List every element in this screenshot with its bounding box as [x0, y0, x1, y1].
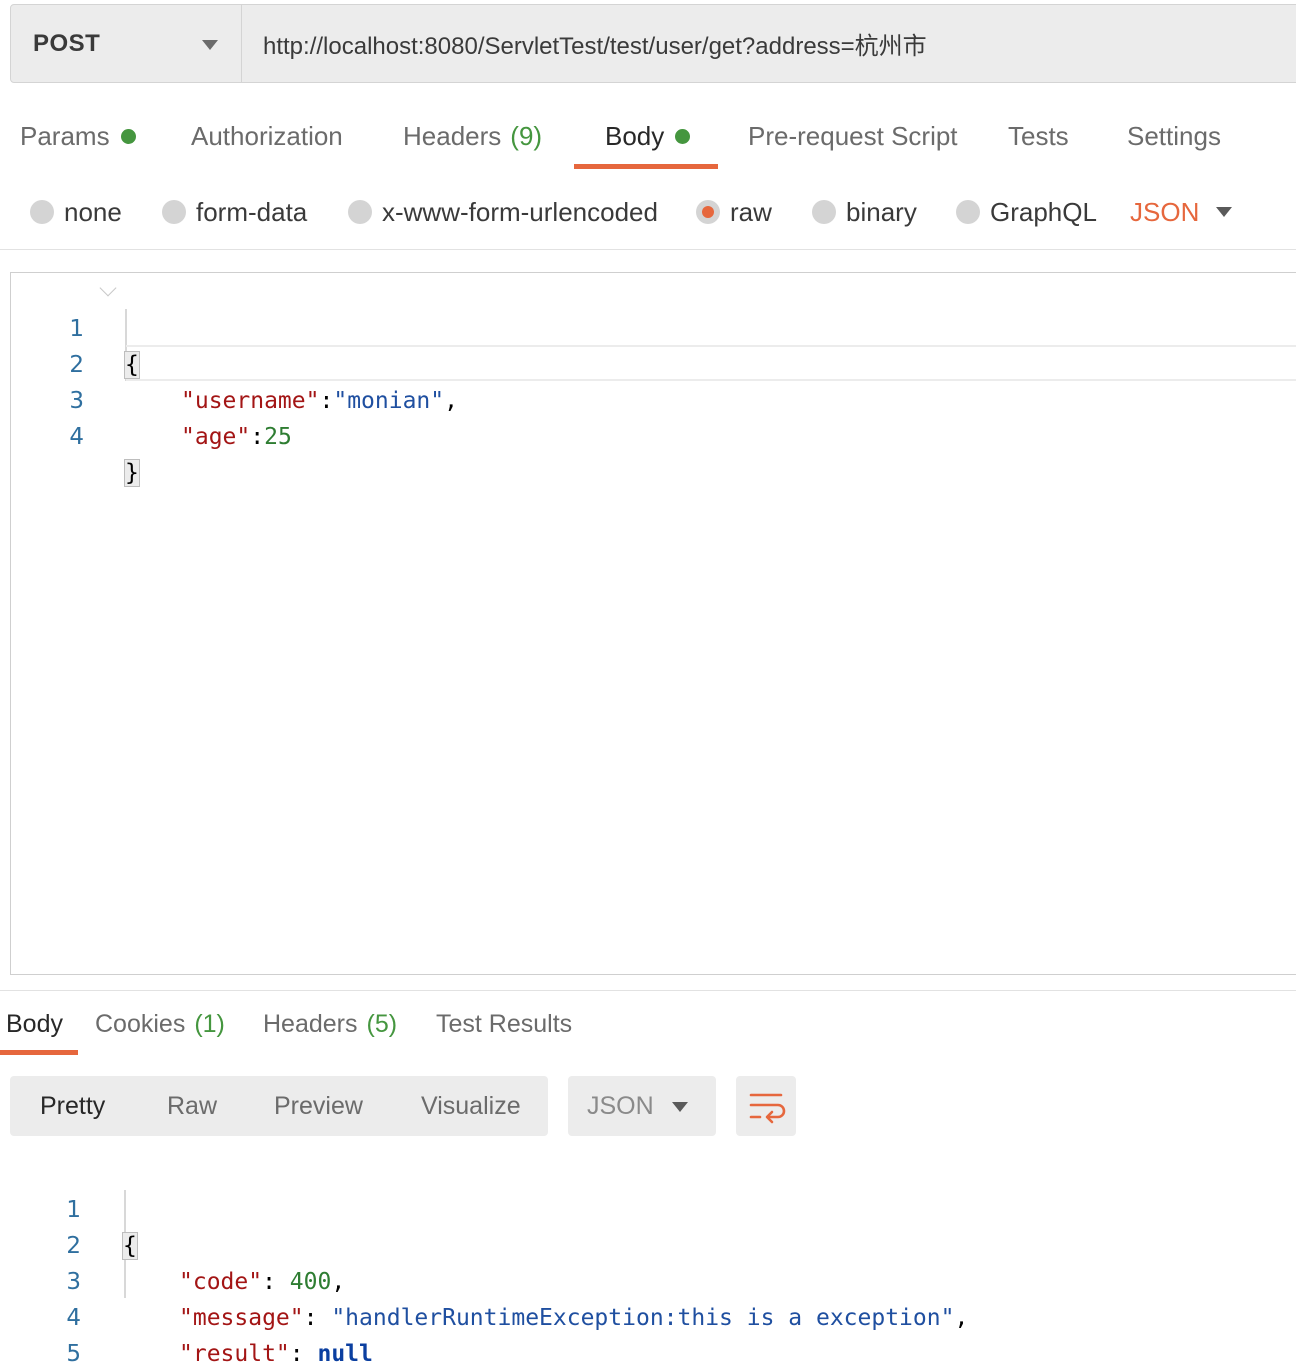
chevron-down-icon — [672, 1102, 688, 1112]
radio-icon — [348, 200, 372, 224]
code-line: 3 "message": "handlerRuntimeException:th… — [0, 1228, 1296, 1331]
body-language-select[interactable]: JSON — [1130, 180, 1232, 244]
request-url-bar: POST http://localhost:8080/ServletTest/t… — [10, 4, 1296, 83]
chevron-down-icon — [202, 40, 218, 50]
method-label: POST — [33, 29, 101, 57]
request-body-editor[interactable]: 1 { 2 "username":"monian", 3 "age":25 4 … — [10, 272, 1296, 975]
radio-label: form-data — [196, 196, 308, 227]
view-visualize-button[interactable]: Visualize — [421, 1076, 521, 1136]
tab-count: (1) — [194, 1009, 225, 1038]
tab-params[interactable]: Params — [20, 100, 136, 172]
json-colon: : — [250, 424, 265, 450]
url-input[interactable]: http://localhost:8080/ServletTest/test/u… — [242, 5, 1296, 82]
radio-icon — [30, 200, 54, 224]
active-tab-indicator — [574, 164, 718, 169]
divider — [0, 249, 1296, 250]
view-pretty-button[interactable]: Pretty — [40, 1076, 105, 1136]
tab-body[interactable]: Body — [605, 100, 691, 172]
tab-label: Cookies — [95, 1009, 186, 1038]
json-key: "age" — [181, 424, 251, 450]
response-tabs: Body Cookies (1) Headers (5) Test Result… — [0, 992, 1296, 1056]
code-line: 3 "age":25 — [11, 347, 1296, 450]
active-dot-icon — [675, 128, 691, 144]
radio-label: x-www-form-urlencoded — [382, 196, 658, 227]
radio-label: raw — [730, 196, 772, 227]
response-body-viewer: 1 { 2 "code": 400, 3 "message": "handler… — [0, 1154, 1296, 1368]
code-line: 4 } — [11, 383, 1296, 487]
view-raw-button[interactable]: Raw — [167, 1076, 217, 1136]
method-select[interactable]: POST — [11, 5, 242, 82]
code-line: 1 { — [11, 275, 1296, 379]
radio-label: binary — [846, 196, 917, 227]
wrap-lines-icon — [749, 1093, 786, 1124]
radio-icon — [956, 200, 980, 224]
radio-graphql[interactable]: GraphQL — [956, 180, 1097, 244]
tab-authorization[interactable]: Authorization — [191, 100, 343, 172]
radio-icon — [812, 200, 836, 224]
line-number: 4 — [69, 424, 84, 450]
response-view-group: Pretty Raw Preview Visualize — [10, 1076, 548, 1136]
divider — [0, 990, 1296, 991]
tab-response-body[interactable]: Body — [6, 992, 63, 1056]
tab-label: Body — [605, 120, 665, 151]
chevron-down-icon — [1216, 207, 1232, 217]
radio-raw[interactable]: raw — [696, 180, 772, 244]
code-line: 4 "result": null — [0, 1264, 1296, 1367]
tab-count: (9) — [510, 120, 543, 151]
radio-binary[interactable]: binary — [812, 180, 917, 244]
radio-x-www-form-urlencoded[interactable]: x-www-form-urlencoded — [348, 180, 658, 244]
json-null: null — [317, 1341, 373, 1367]
tab-label: Test Results — [436, 1009, 573, 1038]
tab-tests[interactable]: Tests — [1008, 100, 1069, 172]
tab-label: Tests — [1008, 120, 1069, 151]
brace-close: } — [124, 459, 140, 487]
json-key: "result" — [179, 1341, 290, 1367]
json-number: 25 — [264, 424, 292, 450]
tab-count: (5) — [366, 1009, 398, 1038]
tab-test-results[interactable]: Test Results — [436, 992, 572, 1056]
code-line: 2 "code": 400, — [0, 1192, 1296, 1295]
radio-none[interactable]: none — [30, 180, 122, 244]
tab-response-headers[interactable]: Headers (5) — [263, 992, 397, 1056]
tab-label: Headers — [263, 1009, 358, 1038]
active-dot-icon — [120, 128, 136, 144]
body-type-selector: none form-data x-www-form-urlencoded raw… — [0, 180, 1296, 244]
request-tabs: Params Authorization Headers (9) Body Pr… — [0, 100, 1296, 172]
response-format-select[interactable]: JSON — [568, 1076, 716, 1136]
radio-label: none — [64, 196, 122, 227]
code-line: 2 "username":"monian", — [11, 311, 1296, 414]
tab-label: Authorization — [191, 120, 343, 151]
tab-label: Body — [6, 1009, 63, 1038]
radio-checked-icon — [696, 200, 720, 224]
radio-label: GraphQL — [990, 196, 1097, 227]
tab-label: Pre-request Script — [748, 120, 958, 151]
tab-settings[interactable]: Settings — [1127, 100, 1221, 172]
tab-pre-request-script[interactable]: Pre-request Script — [748, 100, 958, 172]
tab-headers[interactable]: Headers (9) — [403, 100, 542, 172]
line-number: 5 — [66, 1341, 81, 1367]
tab-label: Headers — [403, 120, 502, 151]
wrap-lines-button[interactable] — [736, 1076, 796, 1136]
code-line: 1 { — [0, 1156, 1296, 1260]
tab-label: Params — [20, 120, 110, 151]
radio-form-data[interactable]: form-data — [162, 180, 307, 244]
view-preview-button[interactable]: Preview — [274, 1076, 363, 1136]
body-language-label: JSON — [1130, 196, 1200, 227]
radio-icon — [162, 200, 186, 224]
active-tab-indicator — [0, 1050, 78, 1055]
tab-label: Settings — [1127, 120, 1221, 151]
code-line: 5 } — [0, 1300, 1296, 1367]
tab-cookies[interactable]: Cookies (1) — [95, 992, 225, 1056]
response-format-label: JSON — [587, 1091, 654, 1120]
